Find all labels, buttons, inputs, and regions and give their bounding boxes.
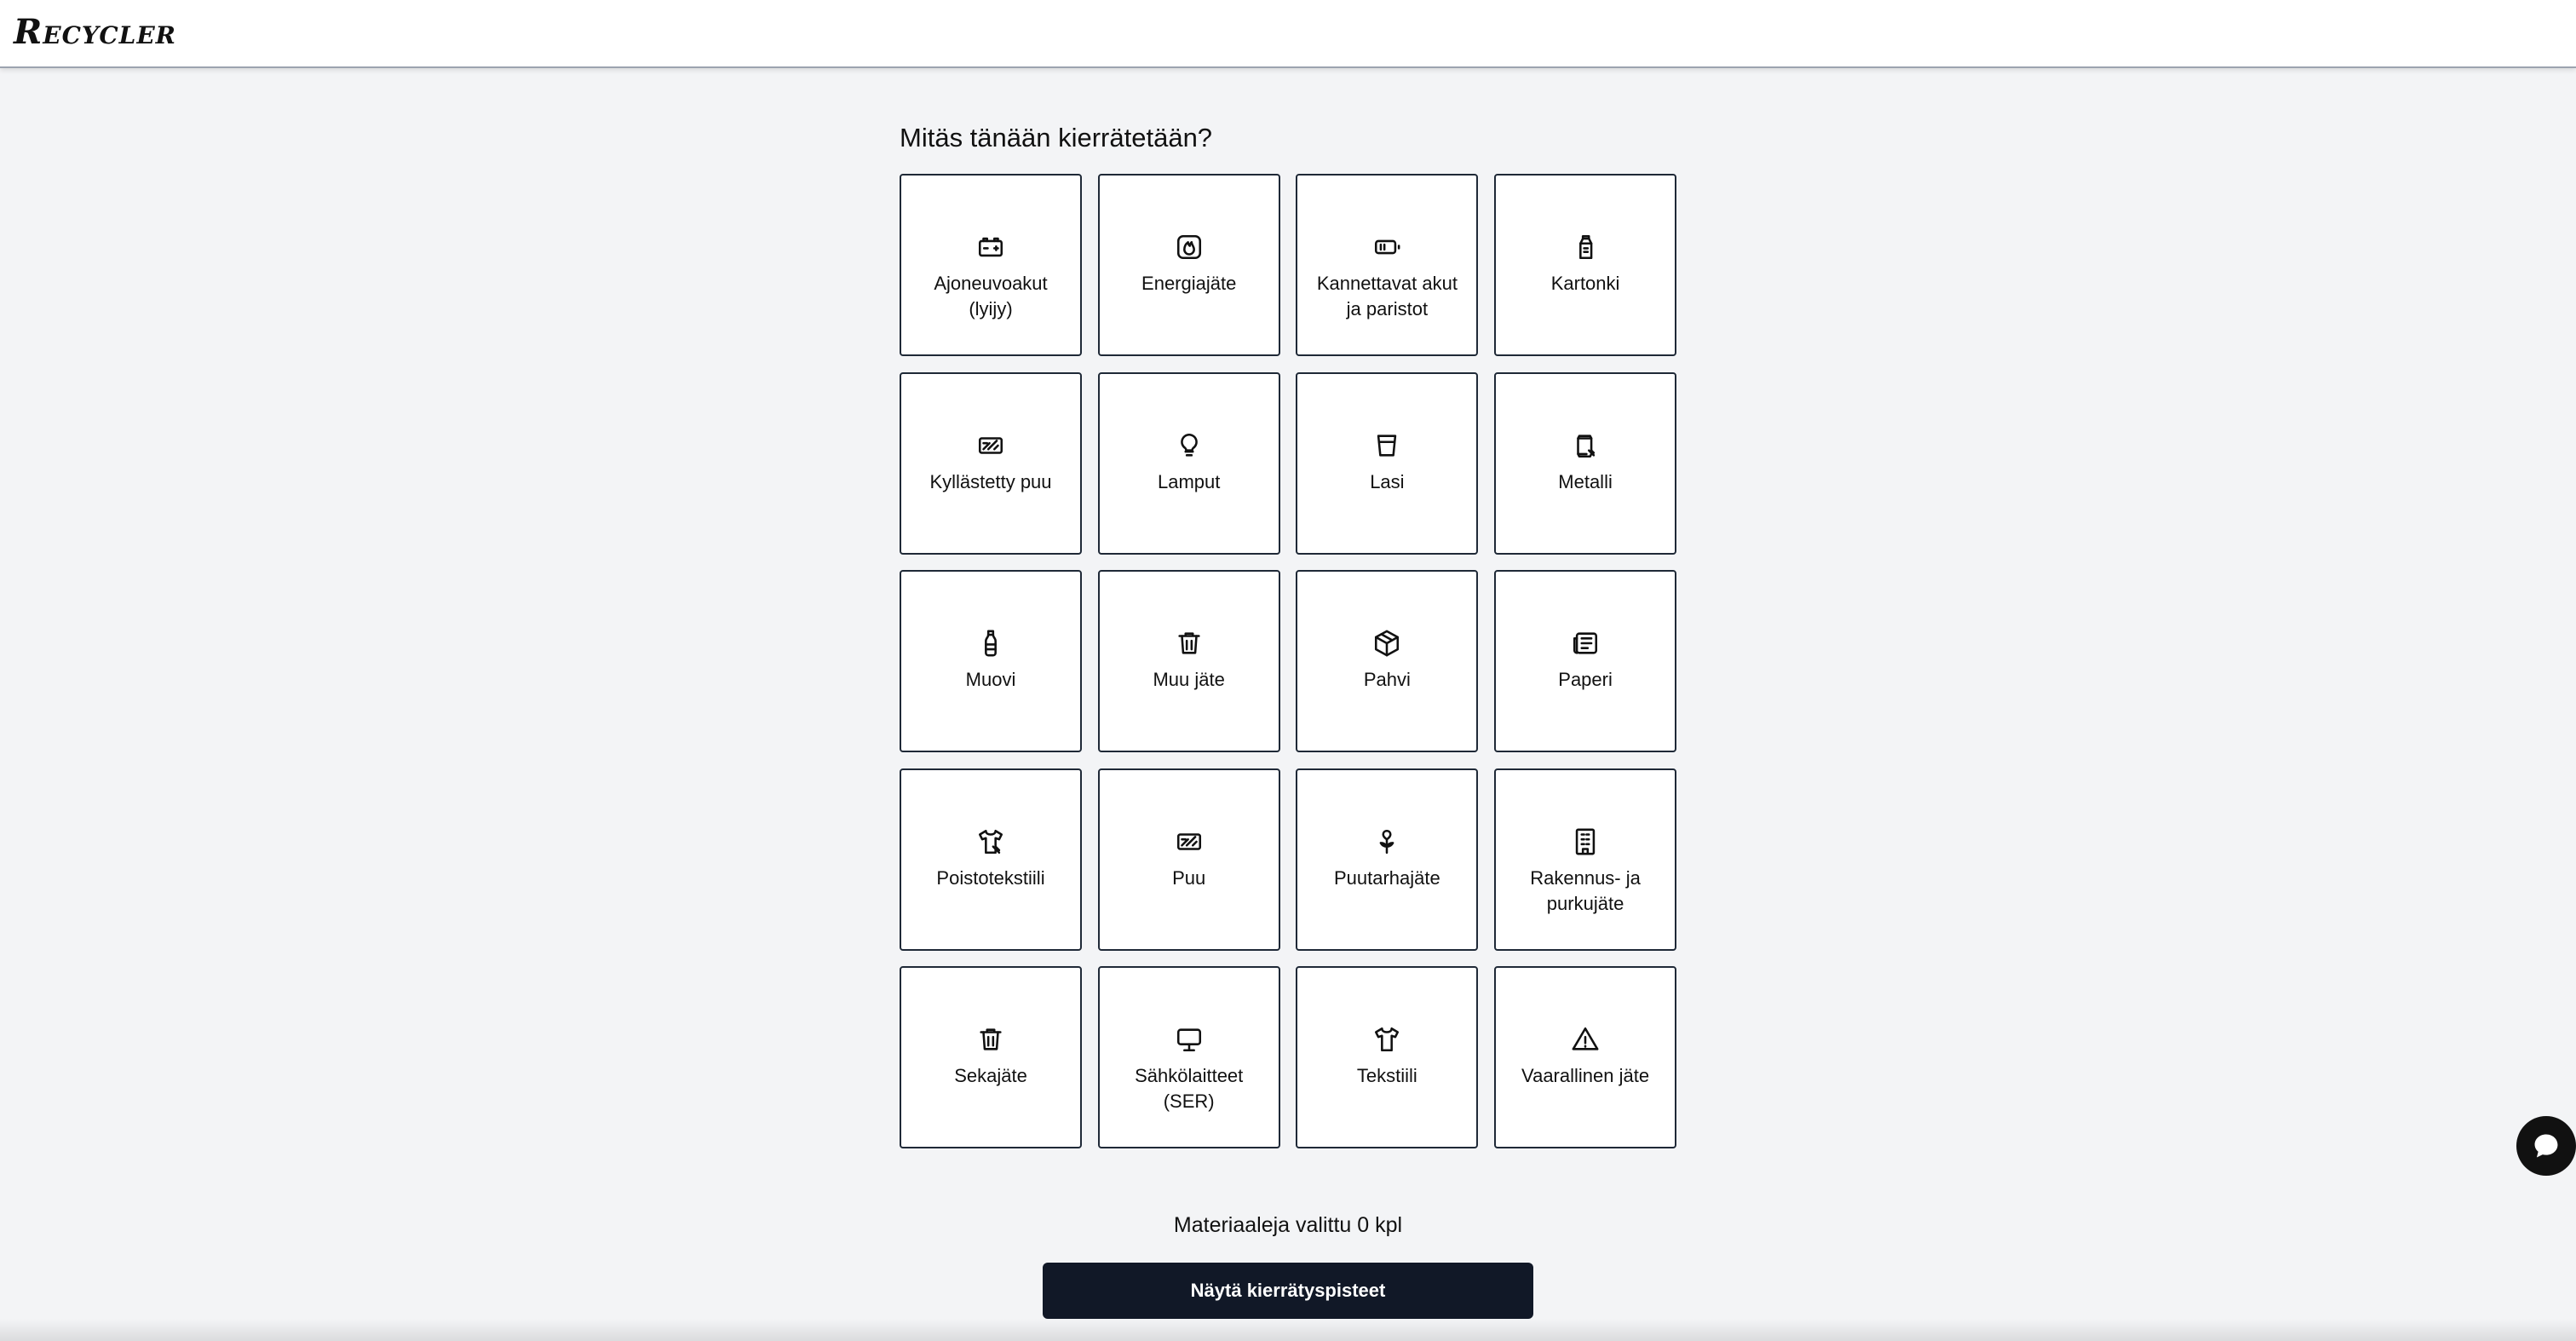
box-icon xyxy=(1371,628,1402,659)
category-label: Muovi xyxy=(965,669,1016,690)
category-label: Sähkölaitteet (SER) xyxy=(1135,1065,1244,1112)
category-tile-ajoneuvoakut[interactable]: Ajoneuvoakut (lyijy) xyxy=(900,174,1082,356)
treated-wood-icon xyxy=(975,430,1006,461)
shirt-slash-icon xyxy=(975,826,1006,857)
top-navbar: Recycler xyxy=(0,0,2576,68)
category-tile-lamput[interactable]: Lamput xyxy=(1097,371,1280,555)
category-label: Poistotekstiili xyxy=(936,866,1045,889)
category-tile-rakennus-purkujate[interactable]: Rakennus- ja purkujäte xyxy=(1494,768,1677,951)
category-label: Energiajäte xyxy=(1141,273,1237,294)
category-label: Kartonki xyxy=(1550,273,1620,294)
trash-icon xyxy=(975,1024,1006,1055)
category-tile-metalli[interactable]: Metalli xyxy=(1494,371,1677,555)
category-label: Kannettavat akut ja paristot xyxy=(1316,273,1458,319)
category-tile-paperi[interactable]: Paperi xyxy=(1494,570,1677,752)
category-tile-tekstiili[interactable]: Tekstiili xyxy=(1296,966,1479,1148)
trash-icon xyxy=(1174,628,1205,659)
battery-icon xyxy=(1371,232,1402,262)
category-label: Tekstiili xyxy=(1356,1065,1417,1086)
category-tile-sekajate[interactable]: Sekajäte xyxy=(900,966,1082,1148)
category-label: Vaarallinen jäte xyxy=(1521,1065,1650,1086)
category-tile-puu[interactable]: Puu xyxy=(1097,768,1280,951)
car-battery-icon xyxy=(975,232,1006,262)
lightbulb-icon xyxy=(1174,430,1205,461)
category-tile-poistotekstiili[interactable]: Poistotekstiili xyxy=(900,768,1082,951)
category-label: Sekajäte xyxy=(954,1065,1027,1086)
category-tile-vaarallinen-jate[interactable]: Vaarallinen jäte xyxy=(1494,966,1677,1148)
wood-icon xyxy=(1174,826,1205,857)
category-tile-sahkolaitteet[interactable]: Sähkölaitteet (SER) xyxy=(1097,966,1280,1148)
category-tile-lasi[interactable]: Lasi xyxy=(1296,371,1479,555)
category-label: Paperi xyxy=(1558,669,1613,690)
bottom-shadow xyxy=(0,1319,2576,1341)
flower-icon xyxy=(1371,826,1402,857)
category-label: Pahvi xyxy=(1363,669,1411,690)
category-tile-kyllastetty-puu[interactable]: Kyllästetty puu xyxy=(900,371,1082,555)
warning-icon xyxy=(1570,1024,1601,1055)
building-icon xyxy=(1570,826,1601,857)
category-tile-kartonki[interactable]: Kartonki xyxy=(1494,174,1677,356)
category-tile-energiajate[interactable]: Energiajäte xyxy=(1097,174,1280,356)
can-icon xyxy=(1570,430,1601,461)
category-label: Ajoneuvoakut (lyijy) xyxy=(934,273,1048,319)
category-tile-pahvi[interactable]: Pahvi xyxy=(1296,570,1479,752)
plastic-bottle-icon xyxy=(975,628,1006,659)
category-tile-puutarhajate[interactable]: Puutarhajäte xyxy=(1296,768,1479,951)
show-recycling-points-button[interactable]: Näytä kierrätyspisteet xyxy=(1043,1263,1533,1319)
flame-icon xyxy=(1174,232,1205,262)
chat-button[interactable] xyxy=(2516,1116,2576,1176)
category-label: Puutarhajäte xyxy=(1333,866,1440,889)
category-label: Kyllästetty puu xyxy=(929,470,1052,492)
category-tile-muu-jate[interactable]: Muu jäte xyxy=(1097,570,1280,752)
category-tile-muovi[interactable]: Muovi xyxy=(900,570,1082,752)
monitor-icon xyxy=(1174,1024,1205,1055)
category-grid: Ajoneuvoakut (lyijy) Energiajäte Kannett… xyxy=(900,174,1677,1148)
category-label: Lasi xyxy=(1370,470,1405,492)
page-title: Mitäs tänään kierrätetään? xyxy=(900,123,1213,153)
milk-carton-icon xyxy=(1570,232,1601,262)
category-label: Puu xyxy=(1172,866,1206,889)
chat-bubble-icon xyxy=(2530,1130,2562,1162)
glass-icon xyxy=(1371,430,1402,461)
category-label: Muu jäte xyxy=(1153,669,1225,690)
category-tile-kannettavat-akut[interactable]: Kannettavat akut ja paristot xyxy=(1296,174,1479,356)
selected-count: Materiaaleja valittu 0 kpl xyxy=(1173,1213,1403,1237)
shirt-icon xyxy=(1371,1024,1402,1055)
category-label: Metalli xyxy=(1558,470,1613,492)
app-logo[interactable]: Recycler xyxy=(14,10,176,55)
category-label: Lamput xyxy=(1157,470,1221,492)
newspaper-icon xyxy=(1570,628,1601,659)
category-label: Rakennus- ja purkujäte xyxy=(1530,866,1641,914)
